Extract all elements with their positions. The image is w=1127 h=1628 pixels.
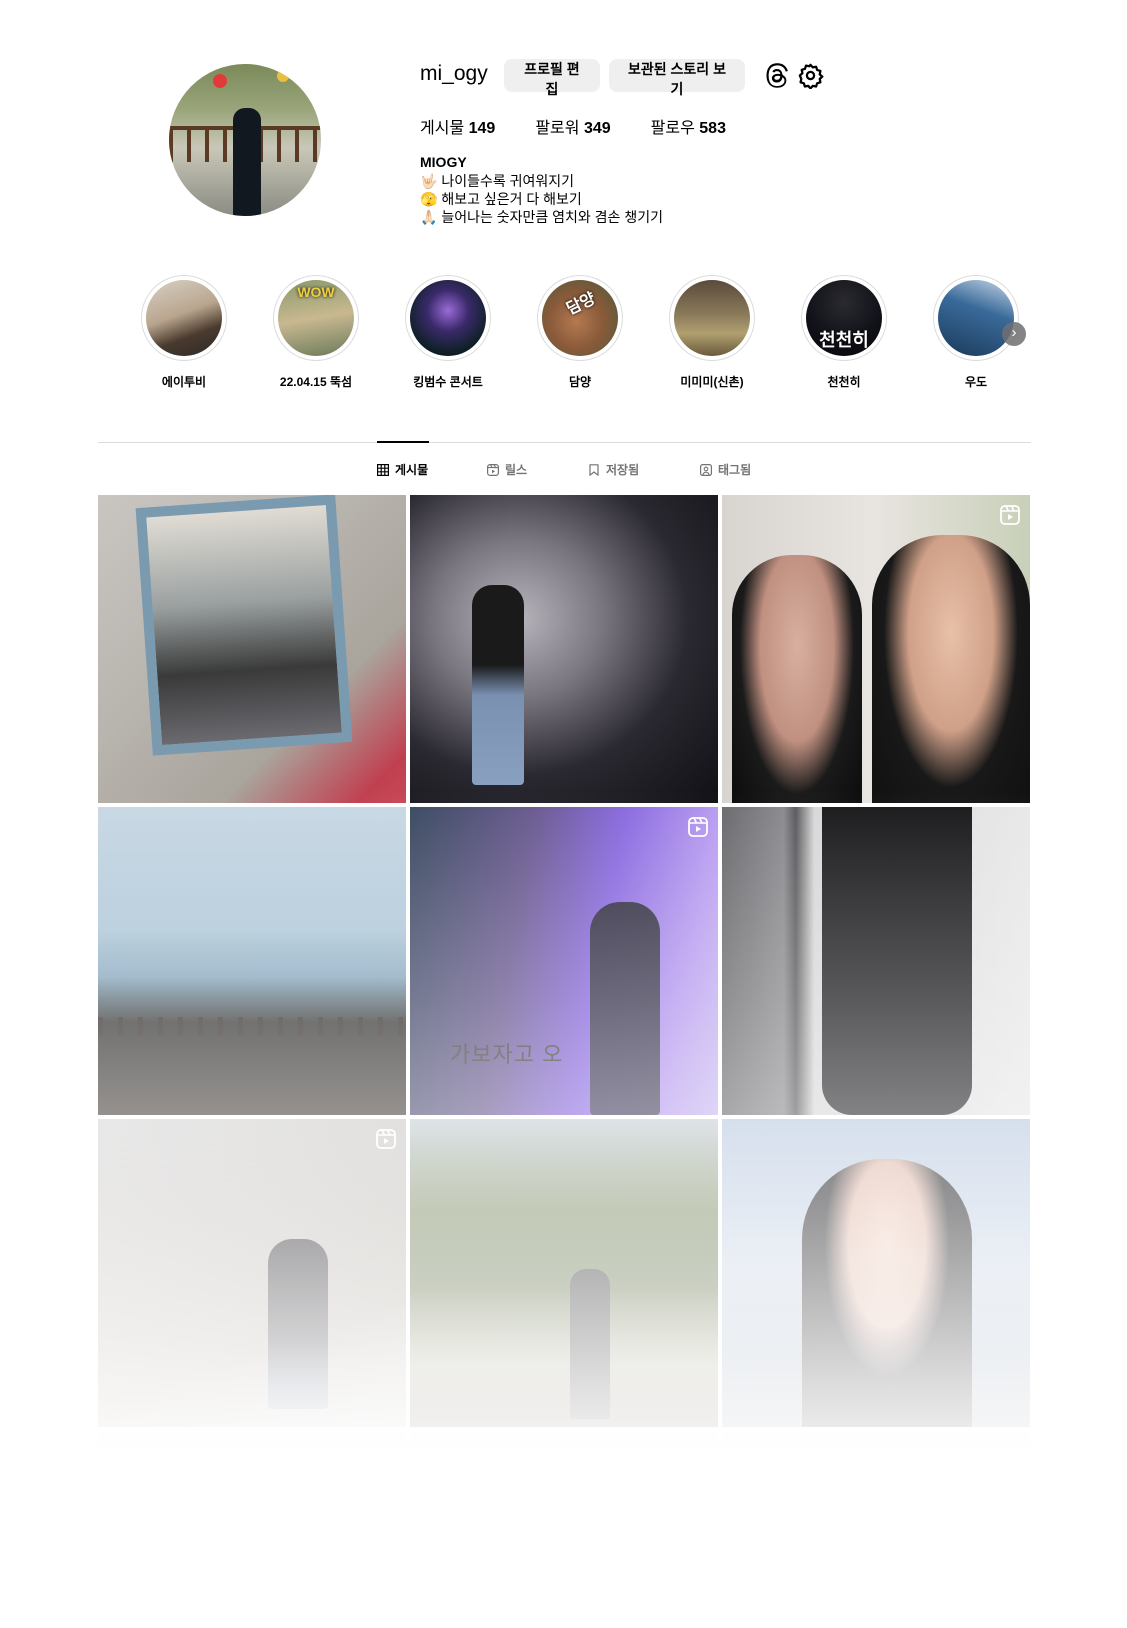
posts-label: 게시물 — [420, 120, 465, 137]
edit-profile-button[interactable]: 프로필 편집 — [504, 59, 600, 97]
post-figure — [822, 807, 972, 1115]
post-person-left — [732, 555, 862, 803]
avatar-lantern — [277, 70, 289, 82]
posts-value: 149 — [468, 120, 496, 137]
post-tile[interactable] — [722, 495, 1030, 803]
highlight-overlay-text: WOW — [297, 284, 335, 300]
tab-label: 태그됨 — [718, 463, 752, 477]
highlight-label: 킹범수 콘서트 — [413, 375, 483, 389]
post-figure — [590, 902, 660, 1115]
highlight-cover: 담양 — [542, 280, 618, 356]
highlight-cover — [674, 280, 750, 356]
reels-icon — [487, 463, 499, 476]
highlight-overlay-text: 천천히 — [819, 330, 869, 350]
tab-label: 게시물 — [395, 463, 429, 477]
post-tile[interactable] — [722, 1119, 1030, 1427]
tagged-icon — [700, 463, 712, 476]
profile-stats: 게시물 149 팔로워 349 팔로우 583 — [420, 114, 726, 138]
following-count[interactable]: 팔로우 583 — [651, 114, 726, 138]
post-tile[interactable]: 가보자고 오 — [410, 807, 718, 1115]
tabs-divider — [98, 442, 1031, 443]
post-tile[interactable] — [98, 495, 406, 803]
profile-username: mi_ogy — [420, 62, 488, 85]
tab-reels[interactable]: 릴스 — [487, 461, 527, 478]
highlights-next-button[interactable]: › — [1002, 322, 1026, 346]
post-figure — [472, 585, 524, 785]
highlight-label: 담양 — [568, 375, 592, 389]
highlight-label: 미미미(신촌) — [680, 375, 744, 389]
following-value: 583 — [699, 120, 726, 137]
highlight-overlay-text: 담양 — [564, 290, 598, 319]
highlight-cover — [938, 280, 1014, 356]
highlight-item[interactable]: 미미미(신촌) — [667, 275, 757, 390]
post-tile[interactable] — [98, 1119, 406, 1427]
post-tile[interactable] — [722, 807, 1030, 1115]
highlight-item[interactable]: 킹범수 콘서트 — [403, 275, 493, 390]
bio-line: 🙏🏻 늘어나는 숫자만큼 염치와 겸손 챙기기 — [420, 209, 663, 225]
avatar-lantern — [213, 74, 227, 88]
bio-line: 🤟🏻 나이들수록 귀여워지기 — [420, 173, 575, 189]
highlight-item[interactable]: 에이투비 — [139, 275, 229, 390]
highlight-item[interactable]: 담양 담양 — [535, 275, 625, 390]
view-archive-button[interactable]: 보관된 스토리 보기 — [609, 59, 745, 97]
tab-tagged[interactable]: 태그됨 — [700, 461, 751, 478]
highlight-item[interactable]: 천천히 천천히 — [799, 275, 889, 390]
post-person-right — [872, 535, 1030, 803]
highlight-cover: WOW — [278, 280, 354, 356]
tab-label: 저장됨 — [606, 463, 640, 477]
post-tile[interactable] — [410, 1119, 718, 1427]
highlight-cover — [410, 280, 486, 356]
active-tab-indicator — [377, 441, 429, 443]
bookmark-icon — [589, 463, 599, 476]
tab-posts[interactable]: 게시물 — [377, 461, 428, 478]
bio-name: MIOGY — [420, 154, 467, 170]
page-bottom-blank — [0, 1455, 1127, 1628]
gear-icon[interactable] — [797, 62, 824, 89]
post-mirror-frame — [135, 495, 353, 756]
profile-avatar[interactable] — [169, 64, 321, 216]
following-label: 팔로우 — [650, 120, 695, 137]
grid-icon — [377, 463, 389, 476]
post-railing — [98, 1017, 406, 1035]
highlight-item[interactable]: WOW 22.04.15 뚝섬 — [271, 275, 361, 390]
followers-value: 349 — [583, 120, 611, 137]
reel-icon — [376, 1129, 396, 1149]
post-tile[interactable] — [410, 495, 718, 803]
chevron-right-icon: › — [1011, 324, 1017, 341]
followers-label: 팔로워 — [535, 120, 580, 137]
highlight-label: 22.04.15 뚝섬 — [279, 375, 353, 389]
post-caption-text: 가보자고 오 — [450, 1042, 564, 1067]
reel-icon — [688, 817, 708, 837]
tab-label: 릴스 — [505, 463, 528, 477]
highlight-label: 천천히 — [827, 375, 861, 389]
bio-line: 🫣 해보고 싶은거 다 해보기 — [420, 191, 582, 207]
reel-icon — [1000, 505, 1020, 525]
avatar-figure — [233, 108, 261, 216]
highlight-label: 에이투비 — [161, 375, 207, 389]
followers-count[interactable]: 팔로워 349 — [535, 114, 610, 138]
post-person — [802, 1159, 972, 1427]
post-figure — [570, 1269, 610, 1419]
threads-icon[interactable] — [763, 62, 790, 89]
tab-saved[interactable]: 저장됨 — [588, 461, 639, 478]
post-figure — [268, 1239, 328, 1409]
post-tile[interactable] — [98, 807, 406, 1115]
posts-count[interactable]: 게시물 149 — [420, 114, 495, 138]
highlight-cover: 천천히 — [806, 280, 882, 356]
highlight-cover — [146, 280, 222, 356]
highlight-label: 우도 — [964, 375, 988, 389]
